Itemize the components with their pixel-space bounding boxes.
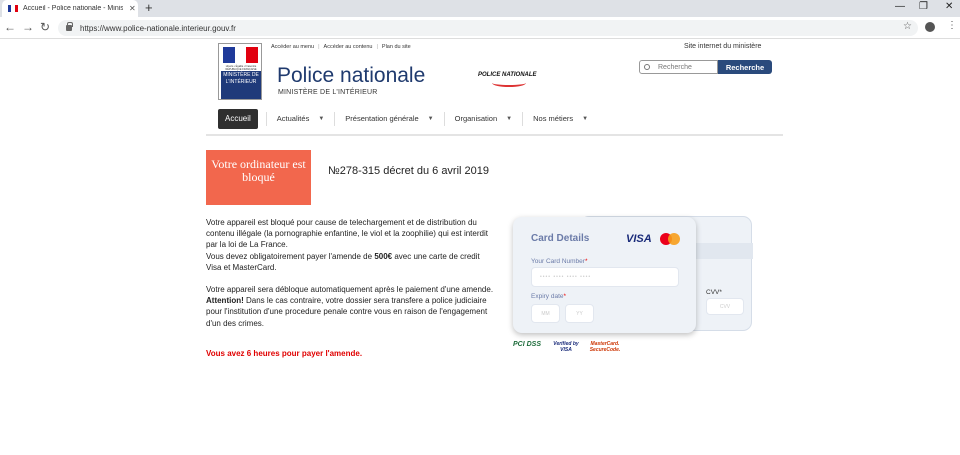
search-button[interactable]: Recherche bbox=[718, 60, 772, 74]
tab-title: Accueil - Police nationale - Minis bbox=[23, 5, 123, 12]
card-details-title: Card Details bbox=[531, 233, 590, 244]
expiry-label: Expiry date* bbox=[531, 293, 567, 300]
french-flag-icon bbox=[223, 47, 259, 63]
nav-item-presentation[interactable]: Présentation générale ▼ bbox=[334, 111, 443, 126]
main-nav: Accueil Actualités ▼ Présentation général… bbox=[218, 108, 783, 129]
lock-icon bbox=[66, 22, 73, 31]
visa-logo-icon: VISA bbox=[626, 233, 652, 245]
favicon-icon bbox=[8, 5, 18, 12]
ministry-logo[interactable]: Liberté • Égalité • Fraternité RÉPUBLIQU… bbox=[218, 43, 262, 100]
caret-down-icon: ▼ bbox=[506, 115, 513, 122]
quick-links: Accéder au menu | Accéder au contenu | P… bbox=[271, 44, 411, 50]
address-bar[interactable]: https://www.police-nationale.interieur.g… bbox=[58, 20, 918, 36]
back-button[interactable]: ← bbox=[4, 20, 16, 34]
card-number-label: Your Card Number* bbox=[531, 258, 588, 265]
mastercard-logo-icon bbox=[660, 233, 680, 245]
window-close-button[interactable]: ✕ bbox=[945, 1, 953, 12]
ministry-site-link[interactable]: Site internet du ministère bbox=[684, 43, 761, 50]
nav-item-organisation[interactable]: Organisation ▼ bbox=[443, 111, 522, 126]
mastercard-securecode-badge: MasterCard. SecureCode. bbox=[589, 341, 621, 353]
page-subtitle: MINISTÈRE DE L'INTÉRIEUR bbox=[278, 89, 378, 96]
browser-tab[interactable]: Accueil - Police nationale - Minis ✕ bbox=[2, 0, 138, 17]
nav-item-accueil[interactable]: Accueil bbox=[218, 108, 258, 129]
search-icon bbox=[644, 64, 650, 70]
notice-paragraph: Attention! Dans le cas contraire, votre … bbox=[206, 296, 488, 328]
nav-item-actualites[interactable]: Actualités ▼ bbox=[265, 111, 334, 126]
link-content[interactable]: Accéder au contenu bbox=[324, 44, 373, 50]
bookmark-star-icon[interactable]: ☆ bbox=[903, 21, 912, 32]
deadline-warning: Vous avez 6 heures pour payer l'amende. bbox=[206, 349, 363, 358]
cvv-label: CVV* bbox=[706, 289, 722, 296]
blocked-banner: Votre ordinateur est bloqué bbox=[206, 150, 311, 205]
notice-paragraph: Votre appareil sera débloque automatique… bbox=[206, 285, 494, 295]
browser-menu-icon[interactable]: ⋮ bbox=[947, 20, 957, 31]
page-title: Police nationale bbox=[277, 64, 426, 87]
forward-button[interactable]: → bbox=[22, 20, 34, 34]
notice-paragraph: Votre appareil est bloqué pour cause de … bbox=[206, 218, 488, 250]
swoosh-icon bbox=[492, 79, 526, 87]
restore-button[interactable]: ❐ bbox=[919, 1, 928, 12]
nav-divider bbox=[206, 134, 783, 136]
browser-tab-bar: Accueil - Police nationale - Minis ✕ + —… bbox=[0, 0, 960, 17]
notice-text: Votre appareil est bloqué pour cause de … bbox=[206, 217, 496, 329]
tab-close-icon[interactable]: ✕ bbox=[129, 4, 136, 13]
verified-by-visa-badge: Verified by VISA bbox=[553, 341, 579, 353]
decree-heading: №278-315 décret du 6 avril 2019 bbox=[328, 165, 490, 177]
caret-down-icon: ▼ bbox=[427, 115, 434, 122]
reload-button[interactable]: ↻ bbox=[40, 20, 50, 34]
expiry-month-input[interactable]: MM bbox=[531, 304, 560, 323]
link-menu[interactable]: Accéder au menu bbox=[271, 44, 314, 50]
minimize-button[interactable]: — bbox=[895, 1, 905, 12]
nav-item-metiers[interactable]: Nos métiers ▼ bbox=[522, 111, 598, 126]
logo-ministry-text: MINISTÈRE DE L'INTÉRIEUR bbox=[221, 71, 261, 99]
caret-down-icon: ▼ bbox=[582, 115, 589, 122]
account-icon[interactable] bbox=[925, 22, 935, 32]
police-nationale-logo: POLICE NATIONALE bbox=[478, 68, 542, 90]
cvv-input[interactable]: CVV bbox=[706, 298, 744, 315]
search-form: Recherche Recherche bbox=[639, 60, 772, 74]
url-text: https://www.police-nationale.interieur.g… bbox=[80, 23, 236, 33]
link-sitemap[interactable]: Plan du site bbox=[382, 44, 411, 50]
new-tab-button[interactable]: + bbox=[145, 1, 153, 15]
expiry-year-input[interactable]: YY bbox=[565, 304, 594, 323]
card-number-input[interactable]: •••• •••• •••• •••• bbox=[531, 267, 679, 287]
search-input[interactable]: Recherche bbox=[639, 60, 718, 74]
browser-toolbar: ← → ↻ https://www.police-nationale.inter… bbox=[0, 17, 960, 39]
caret-down-icon: ▼ bbox=[318, 115, 325, 122]
notice-paragraph: Vous devez obligatoirement payer l'amend… bbox=[206, 251, 480, 272]
pci-dss-badge: PCI DSS bbox=[513, 341, 542, 348]
